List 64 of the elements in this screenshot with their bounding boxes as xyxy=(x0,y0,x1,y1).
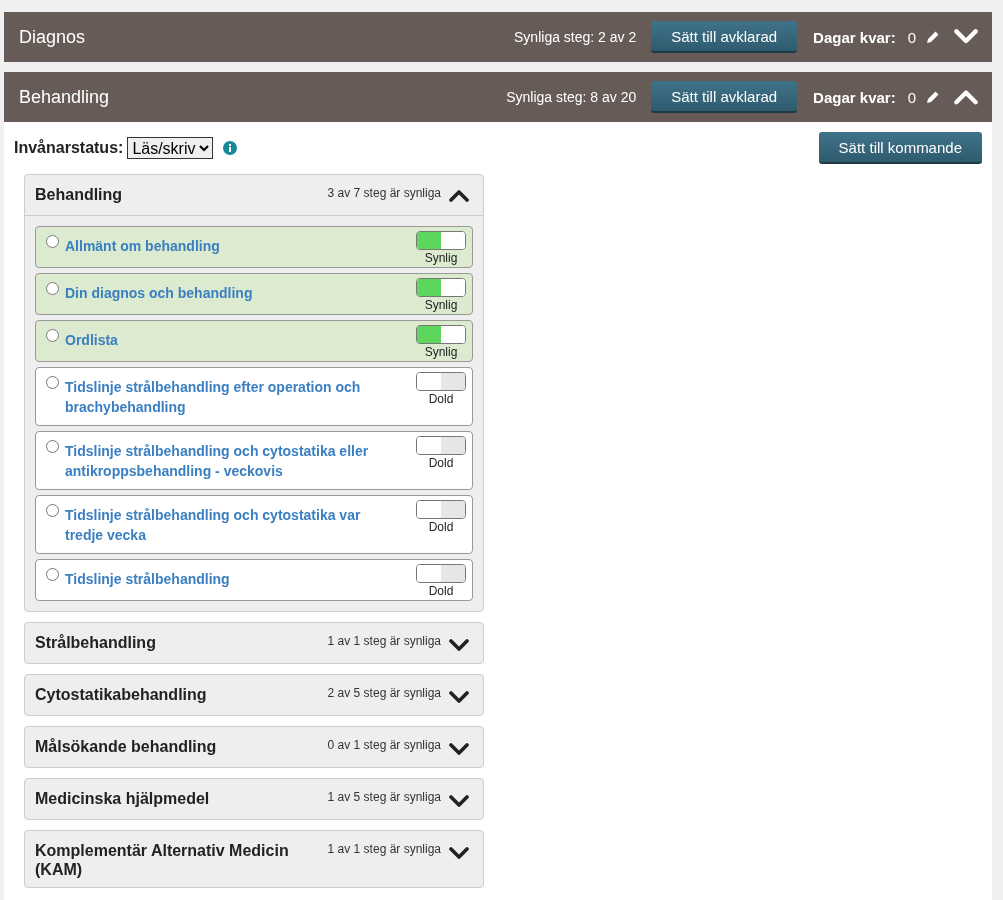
step-link[interactable]: Tidslinje strålbehandling xyxy=(65,564,415,595)
chevron-down-icon xyxy=(449,743,469,756)
group-title: Strålbehandling xyxy=(35,633,157,652)
group-title: Medicinska hjälpmedel xyxy=(35,789,211,808)
days-left-label: Dagar kvar: xyxy=(813,88,896,106)
info-icon[interactable] xyxy=(223,141,238,155)
step-link[interactable]: Allmänt om behandling xyxy=(65,231,415,262)
toggle-state-label: Synlig xyxy=(424,345,458,359)
radio-button[interactable] xyxy=(46,282,59,295)
visibility-toggle[interactable] xyxy=(416,325,466,344)
radio-button[interactable] xyxy=(46,235,59,248)
radio-button[interactable] xyxy=(46,376,59,389)
visibility-toggle[interactable] xyxy=(416,436,466,455)
status-label: Invånarstatus: xyxy=(14,139,124,157)
chevron-down-icon xyxy=(449,795,469,808)
step-link[interactable]: Din diagnos och behandling xyxy=(65,278,415,309)
radio-button[interactable] xyxy=(46,440,59,453)
toggle-state-label: Dold xyxy=(428,392,454,406)
group-title: Komplementär Alternativ Medicin (KAM) xyxy=(35,841,290,879)
visibility-toggle[interactable] xyxy=(416,372,466,391)
group-title: Målsökande behandling xyxy=(35,737,218,756)
set-done-button[interactable]: Sätt till avklarad xyxy=(651,21,798,53)
visibility-toggle[interactable] xyxy=(416,500,466,519)
chevron-up-icon xyxy=(449,189,469,202)
set-upcoming-button[interactable]: Sätt till kommande xyxy=(818,132,982,164)
status-select[interactable]: Läs/skriv xyxy=(127,137,214,159)
step-link[interactable]: Ordlista xyxy=(65,325,415,356)
toggle-state-label: Synlig xyxy=(424,251,458,265)
set-done-button[interactable]: Sätt till avklarad xyxy=(651,81,798,113)
visible-steps-count: Synliga steg: 8 av 20 xyxy=(506,89,637,105)
toggle-state-label: Synlig xyxy=(424,298,458,312)
step-link[interactable]: Tidslinje strålbehandling efter operation och brachybehandling xyxy=(65,372,415,423)
radio-button[interactable] xyxy=(46,329,59,342)
chevron-down-icon xyxy=(449,847,469,860)
group-visible-count: 1 av 1 steg är synliga xyxy=(327,634,441,648)
radio-button[interactable] xyxy=(46,504,59,517)
visibility-toggle[interactable] xyxy=(416,278,466,297)
section-title: Diagnos xyxy=(19,26,87,48)
toggle-state-label: Dold xyxy=(428,520,454,534)
visibility-toggle[interactable] xyxy=(416,231,466,250)
group-visible-count: 1 av 1 steg är synliga xyxy=(327,842,441,856)
group-title: Behandling xyxy=(35,185,124,204)
visibility-toggle[interactable] xyxy=(416,564,466,583)
visible-steps-count: Synliga steg: 2 av 2 xyxy=(514,29,637,45)
group-visible-count: 3 av 7 steg är synliga xyxy=(327,186,441,200)
days-left-value: 0 xyxy=(907,28,916,46)
toggle-state-label: Dold xyxy=(428,456,454,470)
group-visible-count: 2 av 5 steg är synliga xyxy=(327,686,441,700)
chevron-down-icon xyxy=(954,29,978,45)
group-visible-count: 1 av 5 steg är synliga xyxy=(327,790,441,804)
step-link[interactable]: Tidslinje strålbehandling och cytostatika eller antikroppsbehandling - veckovis xyxy=(65,436,415,487)
chevron-up-icon xyxy=(954,89,978,105)
days-left-label: Dagar kvar: xyxy=(813,28,896,46)
pencil-icon xyxy=(926,90,940,104)
radio-button[interactable] xyxy=(46,568,59,581)
days-left-value: 0 xyxy=(907,88,916,106)
chevron-down-icon xyxy=(449,691,469,704)
pencil-icon xyxy=(926,30,940,44)
section-title: Behandling xyxy=(19,86,111,108)
group-visible-count: 0 av 1 steg är synliga xyxy=(327,738,441,752)
step-link[interactable]: Tidslinje strålbehandling och cytostatika var tredje vecka xyxy=(65,500,415,551)
chevron-down-icon xyxy=(449,639,469,652)
toggle-state-label: Dold xyxy=(428,584,454,598)
group-title: Cytostatikabehandling xyxy=(35,685,208,704)
